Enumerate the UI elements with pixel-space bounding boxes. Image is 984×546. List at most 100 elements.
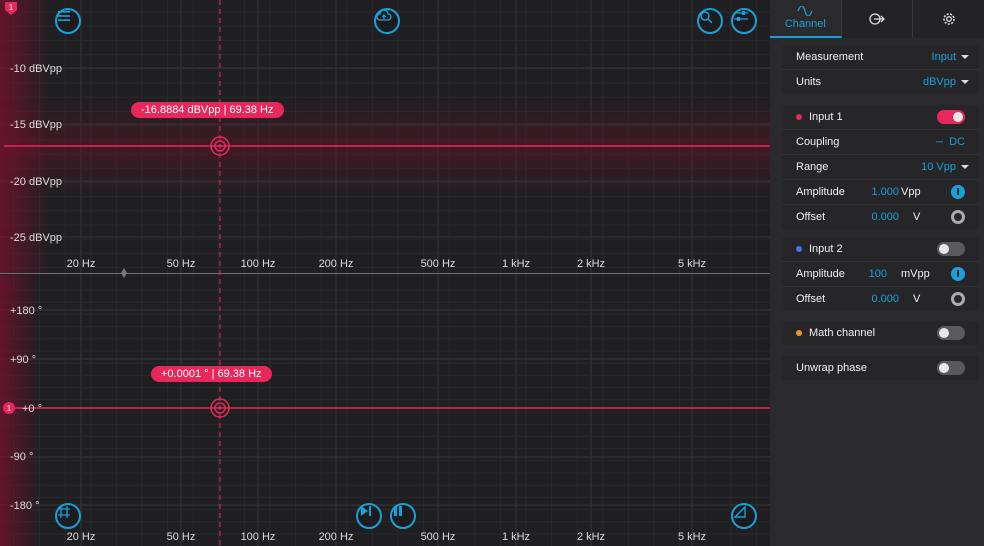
plot-canvas[interactable]: 1 1 -10 dBVpp -15 dBVpp -20 dBVpp -25 dBVpp…	[0, 0, 770, 546]
cursor-icon	[733, 505, 746, 518]
units-row[interactable]: Units dBVpp	[782, 70, 979, 94]
input2-card: Input 2 Amplitude 100 mVpp Offset 0.000 …	[782, 237, 979, 311]
math-title: Math channel	[809, 327, 876, 339]
input1-toggle[interactable]	[937, 110, 965, 124]
magnitude-x-tick-label: 20 Hz	[67, 258, 96, 270]
phase-y-tick-label: -90 °	[10, 451, 33, 463]
phase-y-tick-label: +0 °	[22, 403, 42, 415]
input1-title: Input 1	[809, 111, 843, 123]
unwrap-title: Unwrap phase	[796, 362, 867, 374]
sine-wave-icon	[797, 6, 813, 16]
coupling-row[interactable]: Coupling ⎓ DC	[782, 130, 979, 155]
coupling-label: Coupling	[796, 136, 840, 148]
magnitude-y-tick-label: -25 dBVpp	[10, 232, 62, 244]
measurement-card: Measurement Input Units dBVpp	[782, 45, 979, 94]
phase-y-tick-label: +90 °	[10, 354, 36, 366]
pause-button[interactable]	[390, 503, 416, 529]
math-channel-row: Math channel	[782, 321, 979, 345]
input2-toggle[interactable]	[937, 242, 965, 256]
phase-x-tick-label: 50 Hz	[167, 531, 196, 543]
input1-offset-field[interactable]: 0.000	[871, 211, 899, 223]
phase-y-tick-label: +180 °	[10, 305, 42, 317]
measurement-select[interactable]: Input	[932, 51, 969, 63]
magnitude-x-tick-label: 200 Hz	[319, 258, 354, 270]
input2-title: Input 2	[809, 243, 843, 255]
math-card: Math channel	[782, 321, 979, 345]
tab-channel-label: Channel	[784, 18, 826, 30]
zoom-icon	[700, 11, 713, 24]
input1-amplitude-row: Amplitude 1.000 Vpp	[782, 180, 979, 205]
input1-offset-unit: V	[913, 211, 921, 223]
phase-x-tick-label: 500 Hz	[421, 531, 456, 543]
menu-button[interactable]	[55, 8, 81, 34]
offset-knob-icon[interactable]	[951, 292, 965, 306]
input1-color-dot	[796, 114, 802, 120]
phase-x-tick-label: 1 kHz	[502, 531, 530, 543]
input2-offset-unit: V	[913, 293, 921, 305]
phase-x-tick-label: 200 Hz	[319, 531, 354, 543]
units-label: Units	[796, 76, 822, 88]
amplitude-label: Amplitude	[796, 186, 845, 198]
single-step-button[interactable]	[356, 503, 382, 529]
export-icon	[869, 13, 885, 25]
plot-area[interactable]: 1 1 -10 dBVpp -15 dBVpp -20 dBVpp -25 dBVpp…	[0, 0, 770, 546]
svg-text:1: 1	[7, 404, 12, 413]
range-select[interactable]: 10 Vpp	[921, 161, 969, 173]
magnitude-y-tick-label: -15 dBVpp	[10, 119, 62, 131]
cursor-button[interactable]	[731, 503, 757, 529]
caret-down-icon	[961, 80, 969, 85]
amplitude-label: Amplitude	[796, 268, 845, 280]
panel-tabs: Channel	[770, 0, 984, 38]
caret-down-icon	[961, 165, 969, 170]
amplitude-knob-icon[interactable]	[951, 267, 965, 281]
cloud-upload-button[interactable]	[374, 8, 400, 34]
magnitude-cursor-readout: -16.8884 dBVpp | 69.38 Hz	[131, 102, 284, 118]
unwrap-toggle[interactable]	[937, 361, 965, 375]
math-color-dot	[796, 330, 802, 336]
range-row[interactable]: Range 10 Vpp	[782, 155, 979, 180]
amplitude-knob-icon[interactable]	[951, 185, 965, 199]
magnitude-y-tick-label: -20 dBVpp	[10, 176, 62, 188]
unwrap-phase-row: Unwrap phase	[782, 356, 979, 380]
input1-offset-row: Offset 0.000 V	[782, 205, 979, 229]
measurement-row[interactable]: Measurement Input	[782, 45, 979, 70]
math-toggle[interactable]	[937, 326, 965, 340]
settings-sliders-button[interactable]	[731, 8, 757, 34]
tab-settings[interactable]	[913, 0, 984, 38]
pause-icon	[394, 506, 402, 516]
step-play-icon	[361, 506, 371, 516]
offset-label: Offset	[796, 293, 826, 305]
magnitude-x-tick-label: 5 kHz	[678, 258, 706, 270]
phase-x-tick-label: 100 Hz	[241, 531, 276, 543]
input1-amplitude-unit: Vpp	[901, 186, 921, 198]
magnitude-x-tick-label: 500 Hz	[421, 258, 456, 270]
coupling-select[interactable]: ⎓ DC	[936, 136, 965, 148]
offset-label: Offset	[796, 211, 826, 223]
phase-y-tick-label: -180 °	[10, 500, 39, 512]
input1-header: Input 1	[782, 105, 979, 130]
phase-channel-marker: 1	[3, 402, 15, 414]
svg-text:1: 1	[9, 3, 14, 12]
input1-amplitude-field[interactable]: 1.000	[871, 186, 899, 198]
menu-icon	[58, 11, 70, 21]
tab-channel[interactable]: Channel	[770, 0, 842, 38]
phase-x-tick-label: 5 kHz	[678, 531, 706, 543]
magnitude-x-tick-label: 50 Hz	[167, 258, 196, 270]
offset-knob-icon[interactable]	[951, 210, 965, 224]
measurement-label: Measurement	[796, 51, 864, 63]
zoom-button[interactable]	[697, 8, 723, 34]
input2-color-dot	[796, 246, 802, 252]
input2-header: Input 2	[782, 237, 979, 262]
gear-icon	[942, 13, 955, 25]
range-label: Range	[796, 161, 829, 173]
input2-offset-field[interactable]: 0.000	[871, 293, 899, 305]
caret-down-icon	[961, 55, 969, 60]
tab-export[interactable]	[842, 0, 914, 38]
input2-amplitude-field[interactable]: 100	[869, 268, 887, 280]
magnitude-x-tick-label: 2 kHz	[577, 258, 605, 270]
phase-x-tick-label: 2 kHz	[577, 531, 605, 543]
input1-card: Input 1 Coupling ⎓ DC Range 10 Vpp Amplit…	[782, 105, 979, 229]
grid-button[interactable]	[55, 503, 81, 529]
input2-amplitude-unit: mVpp	[901, 268, 930, 280]
units-select[interactable]: dBVpp	[923, 76, 969, 88]
